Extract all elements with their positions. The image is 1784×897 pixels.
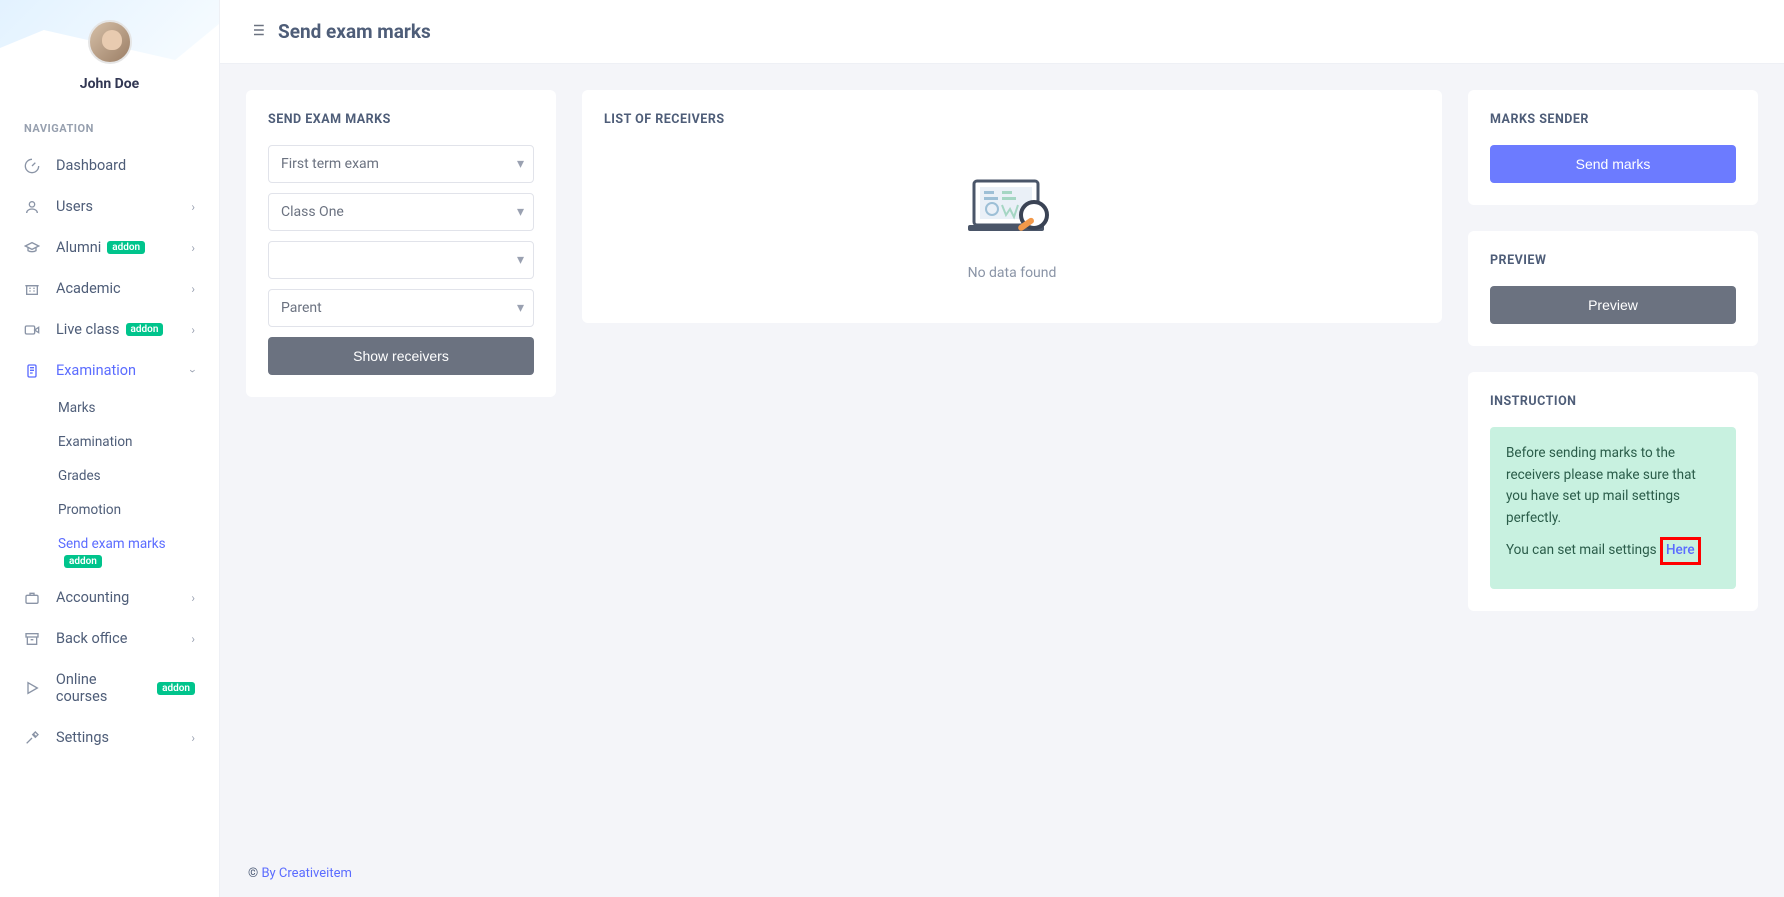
addon-badge: addon xyxy=(107,241,145,254)
addon-badge: addon xyxy=(126,323,164,336)
submenu-label: Promotion xyxy=(58,502,121,518)
send-marks-button[interactable]: Send marks xyxy=(1490,145,1736,183)
sidebar-item-liveclass[interactable]: Live class addon › xyxy=(0,309,219,350)
sidebar-item-settings[interactable]: Settings › xyxy=(0,717,219,758)
instruction-text-2: You can set mail settings Here xyxy=(1506,537,1720,565)
play-icon xyxy=(24,680,46,696)
card-preview: PREVIEW Preview xyxy=(1468,231,1758,346)
highlight-box: Here xyxy=(1660,537,1701,565)
submenu-item-grades[interactable]: Grades xyxy=(0,459,219,493)
select-section[interactable]: ▾ xyxy=(268,241,534,279)
sidebar-item-onlinecourses[interactable]: Online courses addon xyxy=(0,659,219,717)
topbar: Send exam marks xyxy=(220,0,1784,64)
avatar[interactable] xyxy=(88,20,132,64)
sidebar-item-label: Dashboard xyxy=(56,157,126,174)
user-icon xyxy=(24,199,46,215)
video-icon xyxy=(24,322,46,338)
show-receivers-button[interactable]: Show receivers xyxy=(268,337,534,375)
nav-list: Dashboard Users › Alumni addon › xyxy=(0,145,219,758)
select-value xyxy=(268,241,534,279)
sidebar-item-label: Academic xyxy=(56,280,121,297)
card-title: MARKS SENDER xyxy=(1490,112,1736,127)
card-title: INSTRUCTION xyxy=(1490,394,1736,409)
sidebar-item-alumni[interactable]: Alumni addon › xyxy=(0,227,219,268)
chevron-right-icon: › xyxy=(191,241,195,255)
card-marks-sender: MARKS SENDER Send marks xyxy=(1468,90,1758,205)
card-list-receivers: LIST OF RECEIVERS xyxy=(582,90,1442,323)
sidebar-item-academic[interactable]: Academic › xyxy=(0,268,219,309)
select-exam[interactable]: First term exam ▾ xyxy=(268,145,534,183)
footer-link[interactable]: By Creativeitem xyxy=(261,866,351,881)
sidebar-item-backoffice[interactable]: Back office › xyxy=(0,618,219,659)
submenu-label: Grades xyxy=(58,468,101,484)
sidebar-item-label: Users xyxy=(56,198,93,215)
sidebar-item-label: Online courses xyxy=(56,671,151,705)
card-title: PREVIEW xyxy=(1490,253,1736,268)
sidebar-item-label: Back office xyxy=(56,630,127,647)
main: Send exam marks SEND EXAM MARKS First te… xyxy=(220,0,1784,897)
sidebar-item-accounting[interactable]: Accounting › xyxy=(0,577,219,618)
chevron-right-icon: › xyxy=(191,323,195,337)
footer-copy: © xyxy=(248,866,261,881)
submenu-item-examination[interactable]: Examination xyxy=(0,425,219,459)
sidebar-item-examination[interactable]: Examination › xyxy=(0,350,219,391)
list-icon xyxy=(248,21,266,43)
preview-button[interactable]: Preview xyxy=(1490,286,1736,324)
submenu-label: Examination xyxy=(58,434,133,450)
instruction-prefix: You can set mail settings xyxy=(1506,542,1660,558)
chevron-down-icon: › xyxy=(186,369,200,373)
sidebar-item-label: Examination xyxy=(56,362,136,379)
nav-heading: NAVIGATION xyxy=(0,102,219,145)
submenu-item-marks[interactable]: Marks xyxy=(0,391,219,425)
empty-state: No data found xyxy=(604,145,1420,301)
mail-settings-link[interactable]: Here xyxy=(1666,542,1695,558)
sidebar-item-dashboard[interactable]: Dashboard xyxy=(0,145,219,186)
sidebar-item-label: Alumni xyxy=(56,239,101,256)
sidebar-item-label: Live class xyxy=(56,321,120,338)
select-value: First term exam xyxy=(268,145,534,183)
submenu-examination: Marks Examination Grades Promotion Send … xyxy=(0,391,219,577)
instruction-alert: Before sending marks to the receivers pl… xyxy=(1490,427,1736,589)
laptop-search-icon xyxy=(962,175,1062,249)
building-icon xyxy=(24,281,46,297)
card-send-exam-marks: SEND EXAM MARKS First term exam ▾ Class … xyxy=(246,90,556,397)
select-class[interactable]: Class One ▾ xyxy=(268,193,534,231)
submenu-item-promotion[interactable]: Promotion xyxy=(0,493,219,527)
username: John Doe xyxy=(0,76,219,92)
card-instruction: INSTRUCTION Before sending marks to the … xyxy=(1468,372,1758,611)
submenu-label: Send exam marks xyxy=(58,536,166,552)
page-title: Send exam marks xyxy=(278,20,431,43)
select-value: Class One xyxy=(268,193,534,231)
addon-badge: addon xyxy=(157,682,195,695)
tools-icon xyxy=(24,730,46,746)
footer: © By Creativeitem xyxy=(220,850,1784,897)
chevron-right-icon: › xyxy=(191,632,195,646)
chevron-right-icon: › xyxy=(191,731,195,745)
card-title: SEND EXAM MARKS xyxy=(268,112,534,127)
graduation-icon xyxy=(24,240,46,256)
sidebar-item-label: Settings xyxy=(56,729,109,746)
chevron-right-icon: › xyxy=(191,282,195,296)
chevron-right-icon: › xyxy=(191,591,195,605)
sidebar: John Doe NAVIGATION Dashboard Users › xyxy=(0,0,220,897)
addon-badge: addon xyxy=(64,555,102,568)
sidebar-item-label: Accounting xyxy=(56,589,129,606)
submenu-label: Marks xyxy=(58,400,96,416)
chevron-right-icon: › xyxy=(191,200,195,214)
instruction-text-1: Before sending marks to the receivers pl… xyxy=(1506,443,1720,529)
sidebar-item-users[interactable]: Users › xyxy=(0,186,219,227)
select-receiver[interactable]: Parent ▾ xyxy=(268,289,534,327)
select-value: Parent xyxy=(268,289,534,327)
archive-icon xyxy=(24,631,46,647)
clipboard-icon xyxy=(24,363,46,379)
card-title: LIST OF RECEIVERS xyxy=(604,112,1420,127)
submenu-item-send-exam-marks[interactable]: Send exam marks addon xyxy=(0,527,219,577)
briefcase-icon xyxy=(24,590,46,606)
empty-text: No data found xyxy=(604,265,1420,281)
gauge-icon xyxy=(24,158,46,174)
